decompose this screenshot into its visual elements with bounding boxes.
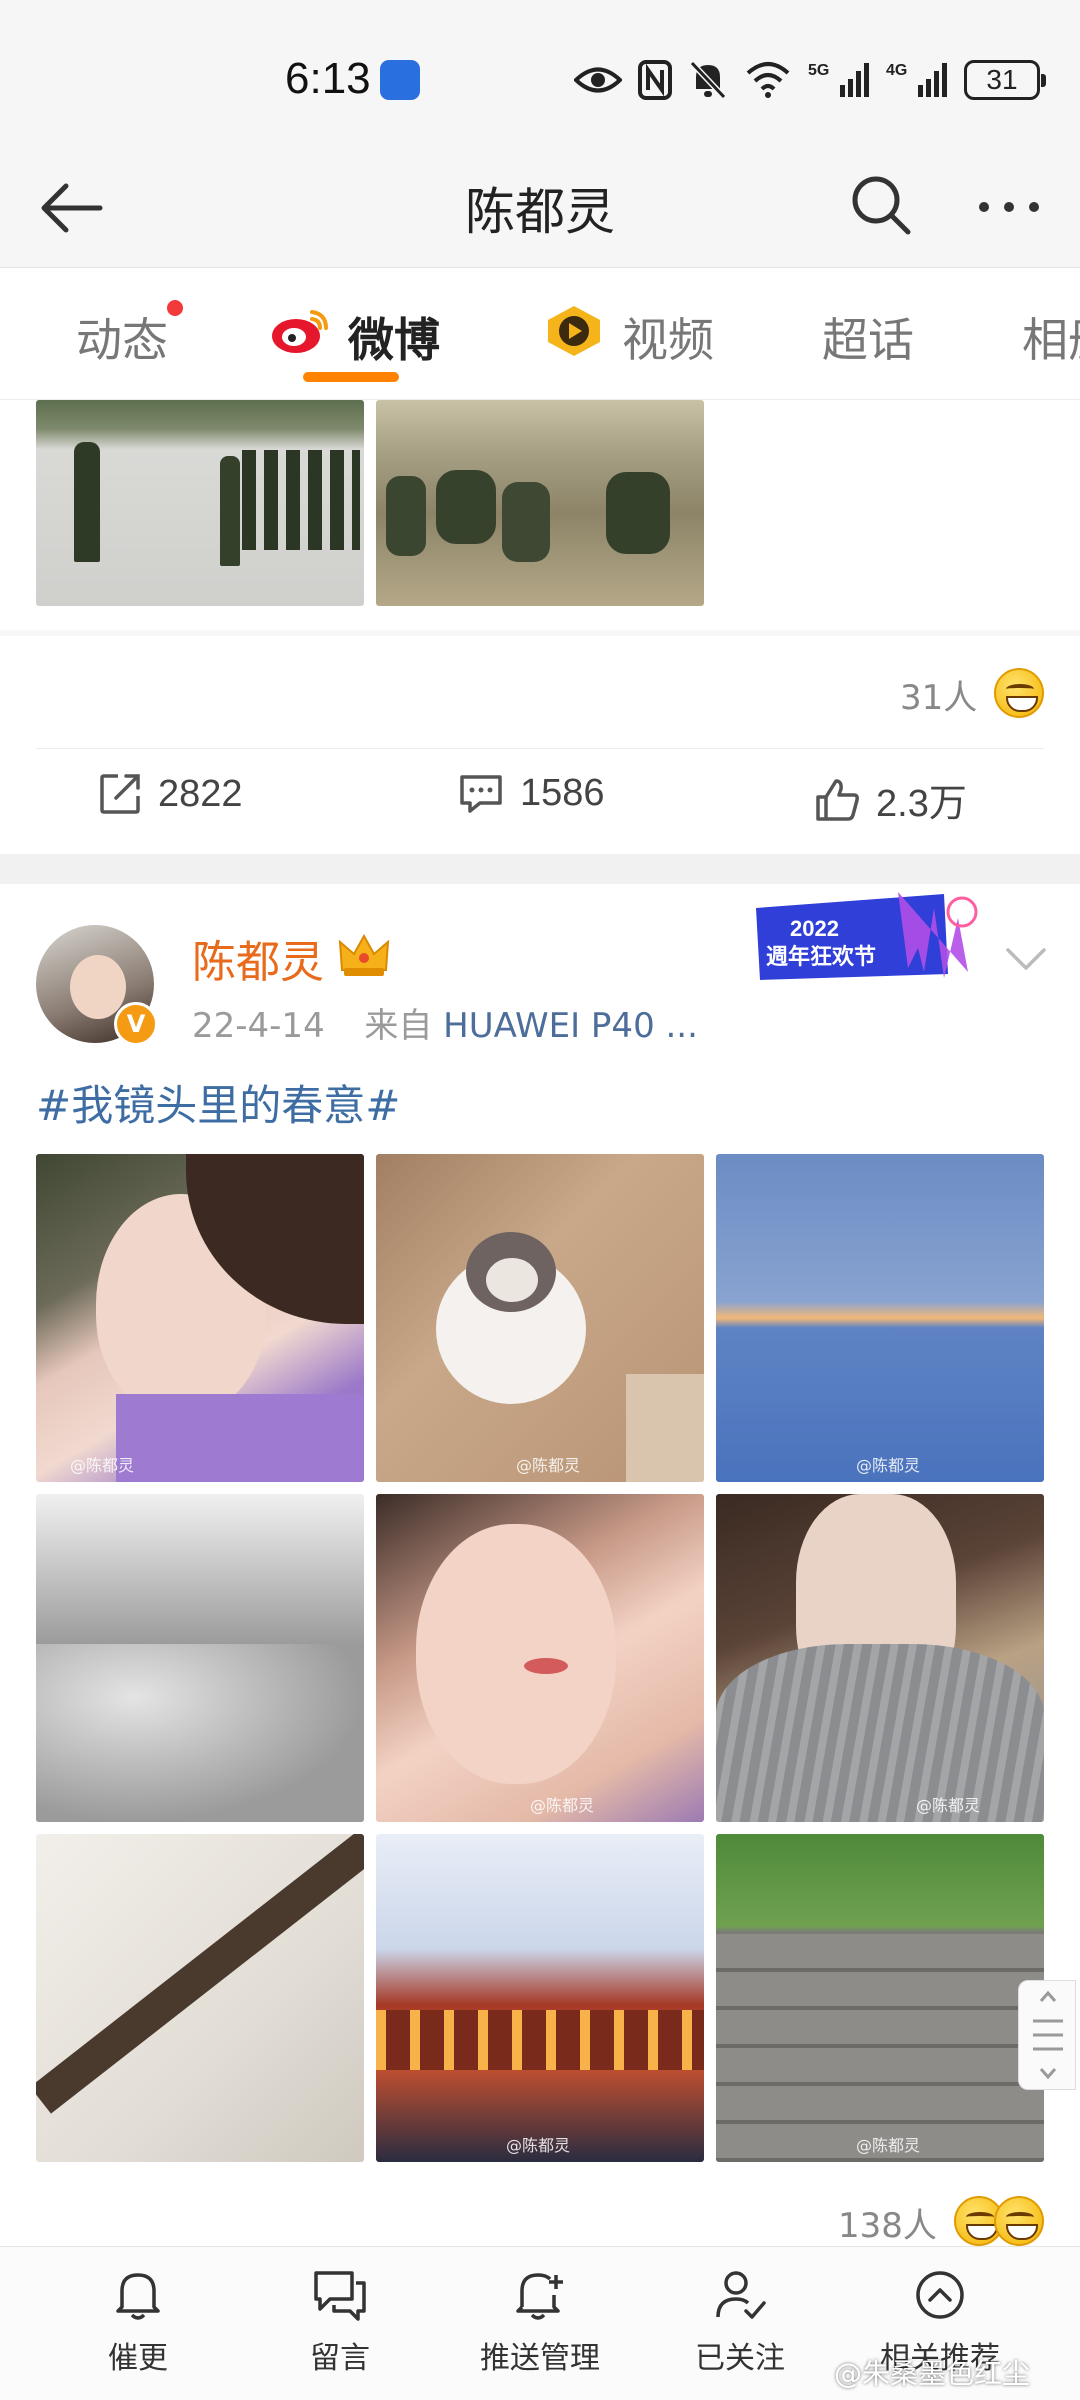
- chevron-up-circle-icon: [916, 2271, 964, 2319]
- tab-video[interactable]: 视频: [622, 304, 714, 370]
- crown-icon: [338, 933, 390, 976]
- laugh-emoji-icon: [994, 668, 1044, 718]
- repost-button[interactable]: 2822: [98, 772, 243, 816]
- image-watermark: @陈都灵: [856, 2136, 921, 2155]
- search-icon[interactable]: [848, 172, 914, 238]
- thumbs-up-icon: [816, 778, 859, 821]
- nav-message[interactable]: 留言: [232, 2267, 448, 2377]
- grid-image-7[interactable]: [36, 1834, 364, 2162]
- status-time: 6:13: [285, 54, 371, 103]
- signal-5g-icon: 5G: [808, 62, 869, 97]
- grid-image-5[interactable]: @陈都灵: [376, 1494, 704, 1822]
- comment-button[interactable]: 1586: [458, 772, 605, 815]
- nav-label: 推送管理: [480, 2341, 600, 2376]
- title-bar: 陈都灵: [0, 150, 1080, 268]
- bell-icon: [116, 2273, 160, 2320]
- post-source-prefix: 来自: [364, 1006, 433, 1046]
- wifi-icon: [746, 62, 790, 98]
- like-button[interactable]: 2.3万: [814, 772, 967, 827]
- grid-image-8[interactable]: @陈都灵: [376, 1834, 704, 2162]
- tab-weibo[interactable]: 微博: [348, 304, 440, 370]
- message-icon: [314, 2271, 366, 2321]
- tab-super-topic[interactable]: 超话: [822, 304, 914, 370]
- post-image[interactable]: [36, 400, 364, 606]
- anniversary-badge: 2022 週年狂欢节: [756, 892, 978, 980]
- video-play-icon: [548, 306, 600, 356]
- badge-text: 週年狂欢节: [766, 944, 876, 970]
- nav-label: 催更: [108, 2341, 168, 2376]
- notification-dot: [167, 300, 183, 316]
- grid-image-6[interactable]: @陈都灵: [716, 1494, 1044, 1822]
- nav-label: 已关注: [695, 2341, 785, 2376]
- post-date: 22-4-14: [192, 1006, 325, 1046]
- nav-following[interactable]: 已关注: [632, 2267, 848, 2377]
- grid-image-2[interactable]: @陈都灵: [376, 1154, 704, 1482]
- battery-indicator: 31: [964, 60, 1046, 100]
- grid-image-4[interactable]: [36, 1494, 364, 1822]
- more-icon[interactable]: [974, 182, 1044, 232]
- tab-dynamics[interactable]: 动态: [76, 304, 168, 370]
- badge-year: 2022: [790, 916, 839, 941]
- feed: 31人 2822 1586 2.3万 V 陈都灵 22-4-14 来自 HUAW…: [0, 400, 1080, 2246]
- page-title: 陈都灵: [465, 183, 615, 241]
- user-check-icon: [716, 2271, 766, 2319]
- scroll-lines-icon: [1033, 1990, 1063, 2080]
- repost-count: 2822: [158, 772, 243, 815]
- nfc-icon: [638, 60, 672, 100]
- tab-album[interactable]: 相册: [1022, 304, 1080, 370]
- reaction-count[interactable]: 138人: [838, 2198, 937, 2246]
- scroll-tool-button[interactable]: [1018, 1980, 1076, 2090]
- post-separator: [0, 854, 1080, 884]
- chevron-down-icon[interactable]: [1004, 944, 1048, 974]
- image-source-watermark: @朱桑墨色红尘: [834, 2357, 1031, 2390]
- comment-count: 1586: [520, 772, 605, 814]
- weibo-logo-icon: [272, 310, 328, 353]
- post-hashtag[interactable]: #我镜头里的春意#: [36, 1072, 400, 1133]
- grid-image-3[interactable]: @陈都灵: [716, 1154, 1044, 1482]
- image-watermark: @陈都灵: [856, 1456, 921, 1475]
- image-watermark: @陈都灵: [516, 1456, 581, 1475]
- nav-remind-update[interactable]: 催更: [30, 2267, 246, 2377]
- post-meta: 22-4-14 来自 HUAWEI P40 ...: [192, 998, 698, 1047]
- like-count: 2.3万: [876, 783, 967, 825]
- verified-badge-icon: V: [114, 1002, 158, 1046]
- post-source[interactable]: HUAWEI P40 ...: [443, 1006, 698, 1046]
- laugh-emoji-icon: [994, 2196, 1044, 2246]
- grid-image-9[interactable]: @陈都灵: [716, 1834, 1044, 2162]
- svg-text:5G: 5G: [808, 62, 829, 79]
- share-icon: [100, 774, 140, 814]
- app-notification-icon: [380, 60, 420, 100]
- status-icons: 5G 4G 31: [574, 58, 1046, 102]
- status-bar: 6:13 5G 4G 31: [0, 0, 1080, 150]
- image-watermark: @陈都灵: [70, 1456, 135, 1475]
- active-tab-indicator: [303, 372, 399, 382]
- image-watermark: @陈都灵: [916, 1796, 981, 1815]
- post-actions: 2822 1586 2.3万: [0, 754, 1080, 844]
- nav-label: 留言: [310, 2341, 370, 2376]
- divider: [36, 748, 1044, 749]
- image-watermark: @陈都灵: [506, 2136, 571, 2155]
- mute-bell-icon: [689, 60, 727, 100]
- nav-push-settings[interactable]: 推送管理: [432, 2267, 648, 2377]
- bell-plus-icon: [516, 2273, 563, 2320]
- eye-icon: [574, 67, 622, 93]
- post-image[interactable]: [376, 400, 704, 606]
- svg-text:4G: 4G: [886, 62, 907, 79]
- reaction-count[interactable]: 31人: [900, 670, 977, 719]
- grid-image-1[interactable]: @陈都灵: [36, 1154, 364, 1482]
- profile-tabs: 动态 微博 视频 超话 相册: [0, 268, 1080, 400]
- image-watermark: @陈都灵: [530, 1796, 595, 1815]
- comment-icon: [460, 774, 502, 813]
- author-name[interactable]: 陈都灵: [192, 926, 324, 990]
- signal-4g-icon: 4G: [886, 62, 947, 97]
